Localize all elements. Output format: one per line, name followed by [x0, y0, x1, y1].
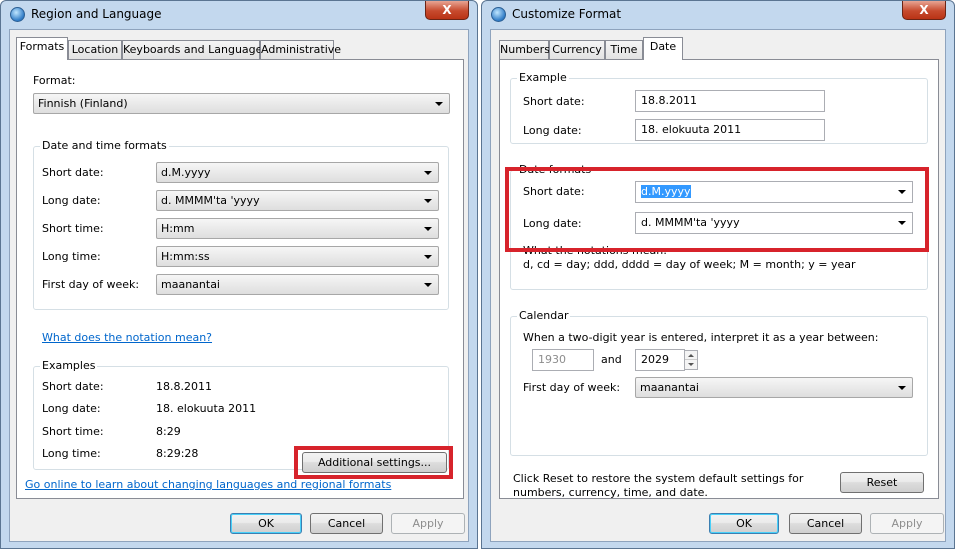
long-time-value: H:mm:ss [161, 250, 210, 263]
first-day-value: maanantai [161, 278, 220, 291]
example-short-time-value: 8:29 [156, 425, 181, 438]
window-title: Customize Format [512, 7, 622, 21]
long-date-value: d. MMMM'ta 'yyyy [161, 194, 260, 207]
spin-down-icon[interactable] [685, 360, 697, 369]
short-date-dropdown[interactable]: d.M.yyyy [156, 162, 439, 183]
globe-icon [10, 7, 25, 22]
apply-button[interactable]: Apply [870, 513, 944, 534]
year-spinner[interactable] [684, 350, 698, 370]
year-to-field[interactable]: 2029 [635, 349, 685, 371]
example-long-date-label: Long date: [523, 124, 582, 137]
formats-panel: Format: Finnish (Finland) Date and time … [16, 59, 464, 499]
example-long-date-label: Long date: [42, 402, 101, 415]
cancel-button[interactable]: Cancel [789, 513, 862, 534]
first-day-dropdown[interactable]: maanantai [635, 377, 913, 398]
dialog-client: Formats Location Keyboards and Languages… [9, 29, 469, 542]
group-caption: Example [517, 71, 569, 84]
tab-location[interactable]: Location [68, 40, 122, 60]
customize-format-window: Customize Format X Numbers Currency Time… [481, 0, 955, 549]
long-time-label: Long time: [42, 250, 101, 263]
close-button[interactable]: X [902, 1, 946, 20]
example-long-date-value: 18. elokuuta 2011 [156, 402, 257, 415]
group-caption: Calendar [517, 309, 571, 322]
tab-keyboards-languages[interactable]: Keyboards and Languages [122, 40, 268, 60]
two-digit-year-text: When a two-digit year is entered, interp… [523, 331, 879, 344]
short-time-dropdown[interactable]: H:mm [156, 218, 439, 239]
highlight-box [505, 167, 929, 252]
long-time-dropdown[interactable]: H:mm:ss [156, 246, 439, 267]
short-date-label: Short date: [42, 166, 104, 179]
cancel-button[interactable]: Cancel [310, 513, 383, 534]
globe-icon [491, 7, 506, 22]
chevron-down-icon [424, 199, 432, 203]
short-date-value: d.M.yyyy [161, 166, 211, 179]
online-link[interactable]: Go online to learn about changing langua… [25, 478, 391, 491]
format-label: Format: [33, 74, 76, 87]
first-day-label: First day of week: [523, 381, 621, 394]
tab-currency[interactable]: Currency [549, 40, 605, 60]
region-language-window: Region and Language X Formats Location K… [0, 0, 478, 549]
example-short-date-value: 18.8.2011 [156, 380, 212, 393]
title-bar: Customize Format X [482, 1, 954, 29]
example-group: Example Short date: 18.8.2011 Long date:… [510, 71, 928, 144]
example-short-time-label: Short time: [42, 425, 104, 438]
date-panel: Example Short date: 18.8.2011 Long date:… [499, 59, 939, 499]
long-date-dropdown[interactable]: d. MMMM'ta 'yyyy [156, 190, 439, 211]
example-long-time-value: 8:29:28 [156, 447, 199, 460]
short-time-value: H:mm [161, 222, 195, 235]
and-label: and [601, 353, 622, 366]
format-dropdown[interactable]: Finnish (Finland) [33, 93, 450, 114]
example-long-time-label: Long time: [42, 447, 101, 460]
example-short-date-label: Short date: [42, 380, 104, 393]
notation-link[interactable]: What does the notation mean? [42, 331, 212, 344]
first-day-value: maanantai [640, 381, 699, 394]
group-caption: Date and time formats [40, 139, 169, 152]
example-long-date-field: 18. elokuuta 2011 [635, 119, 825, 141]
reset-hint-line-2: numbers, currency, time, and date. [513, 486, 708, 499]
first-day-dropdown[interactable]: maanantai [156, 274, 439, 295]
notation-text: d, cd = day; ddd, dddd = day of week; M … [523, 258, 856, 271]
format-value: Finnish (Finland) [38, 97, 128, 110]
chevron-down-icon [424, 283, 432, 287]
tab-administrative[interactable]: Administrative [260, 40, 341, 60]
chevron-down-icon [424, 171, 432, 175]
short-time-label: Short time: [42, 222, 104, 235]
window-title: Region and Language [31, 7, 162, 21]
ok-button[interactable]: OK [709, 513, 779, 534]
chevron-down-icon [898, 386, 906, 390]
example-short-date-field: 18.8.2011 [635, 90, 825, 112]
calendar-group: Calendar When a two-digit year is entere… [510, 309, 928, 456]
tab-numbers[interactable]: Numbers [499, 40, 550, 60]
tab-date[interactable]: Date [643, 37, 683, 60]
year-from-field: 1930 [532, 349, 594, 371]
tab-time[interactable]: Time [605, 40, 643, 60]
reset-hint-line-1: Click Reset to restore the system defaul… [513, 472, 804, 485]
close-button[interactable]: X [425, 1, 469, 20]
chevron-down-icon [424, 255, 432, 259]
example-short-date-label: Short date: [523, 95, 585, 108]
long-date-label: Long date: [42, 194, 101, 207]
reset-button[interactable]: Reset [840, 472, 924, 493]
spin-up-icon[interactable] [685, 351, 697, 360]
chevron-down-icon [424, 227, 432, 231]
apply-button[interactable]: Apply [391, 513, 465, 534]
date-time-formats-group: Date and time formats Short date: d.M.yy… [33, 139, 449, 310]
tab-formats[interactable]: Formats [16, 37, 68, 60]
dialog-client: Numbers Currency Time Date Example Short… [490, 29, 946, 542]
title-bar: Region and Language X [1, 1, 477, 29]
first-day-label: First day of week: [42, 278, 140, 291]
chevron-down-icon [435, 102, 443, 106]
highlight-box [294, 446, 453, 479]
group-caption: Examples [40, 359, 98, 372]
ok-button[interactable]: OK [230, 513, 302, 534]
